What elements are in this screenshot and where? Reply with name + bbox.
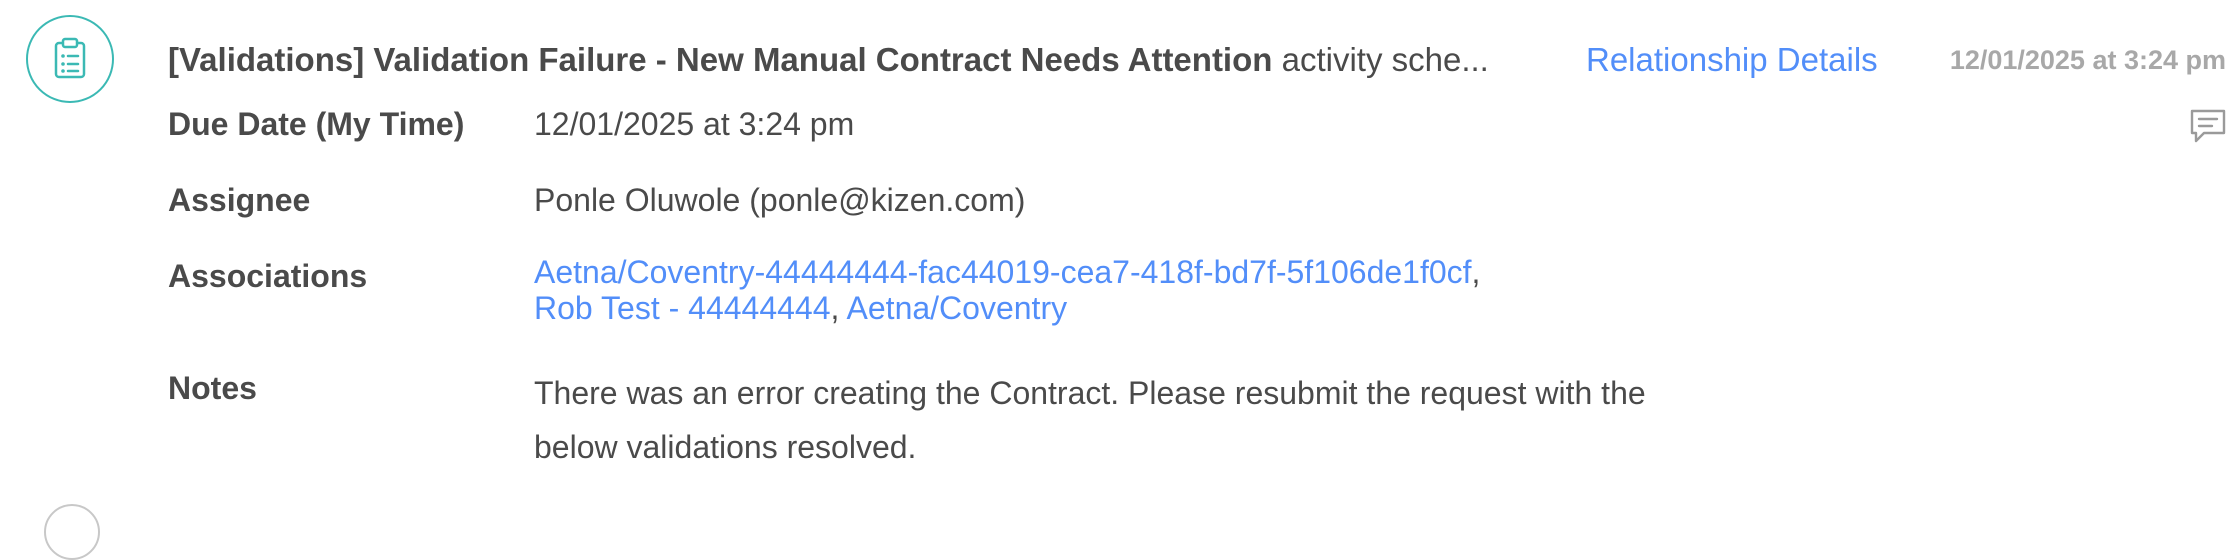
associations-value: Aetna/Coventry-44444444-fac44019-cea7-41… bbox=[534, 254, 1480, 326]
activity-header: [Validations] Validation Failure - New M… bbox=[168, 36, 1548, 84]
associations-line-2: Rob Test - 44444444, Aetna/Coventry bbox=[534, 290, 1480, 326]
activity-item: [Validations] Validation Failure - New M… bbox=[0, 0, 2240, 560]
assignee-label: Assignee bbox=[168, 182, 311, 218]
association-link-contract[interactable]: Aetna/Coventry-44444444-fac44019-cea7-41… bbox=[534, 254, 1472, 290]
associations-label: Associations bbox=[168, 258, 368, 294]
notes-label: Notes bbox=[168, 370, 257, 406]
notes-value: There was an error creating the Contract… bbox=[534, 375, 1646, 465]
association-link-contact[interactable]: Rob Test - 44444444 bbox=[534, 290, 831, 326]
association-separator: , bbox=[1471, 254, 1481, 290]
activity-title-suffix: activity sche... bbox=[1281, 41, 1489, 78]
associations-line-1: Aetna/Coventry-44444444-fac44019-cea7-41… bbox=[534, 254, 1480, 290]
relationship-details-link[interactable]: Relationship Details bbox=[1586, 36, 1878, 84]
activity-timestamp: 12/01/2025 at 3:24 pm bbox=[1949, 45, 2226, 75]
due-date-value: 12/01/2025 at 3:24 pm bbox=[534, 106, 855, 142]
clipboard-list-icon bbox=[54, 37, 86, 79]
due-date-label: Due Date (My Time) bbox=[168, 106, 465, 142]
activity-title: [Validations] Validation Failure - New M… bbox=[168, 41, 1273, 78]
activity-type-icon bbox=[26, 15, 114, 103]
assignee-value: Ponle Oluwole (ponle@kizen.com) bbox=[534, 182, 1026, 218]
association-separator: , bbox=[830, 290, 840, 326]
comment-button[interactable] bbox=[2188, 106, 2228, 146]
association-link-company[interactable]: Aetna/Coventry bbox=[847, 290, 1068, 326]
comment-icon bbox=[2190, 109, 2226, 143]
next-activity-icon bbox=[44, 504, 100, 560]
